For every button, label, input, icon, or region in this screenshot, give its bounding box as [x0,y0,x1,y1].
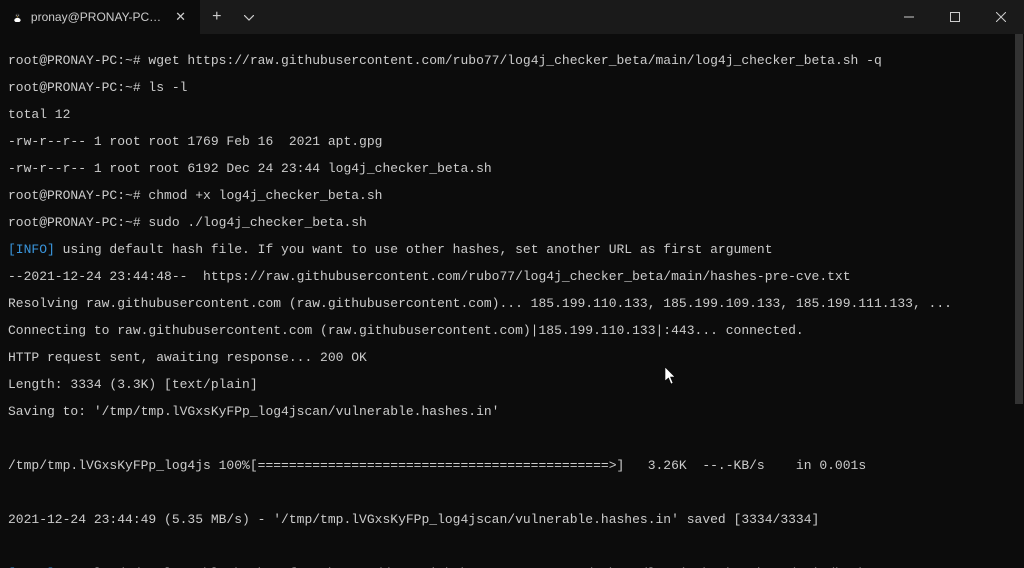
prompt: root@PRONAY-PC:~# [8,188,141,203]
output-text: 2021-12-24 23:44:49 (5.35 MB/s) - '/tmp/… [8,513,1016,527]
tab-dropdown-button[interactable] [234,8,264,26]
command-text: ls -l [141,80,188,95]
output-text: -rw-r--r-- 1 root root 1769 Feb 16 2021 … [8,135,1016,149]
window-controls [886,0,1024,34]
command-text: chmod +x log4j_checker_beta.sh [141,188,383,203]
output-text: Saving to: '/tmp/tmp.lVGxsKyFPp_log4jsca… [8,405,1016,419]
output-text: Resolving raw.githubusercontent.com (raw… [8,297,1016,311]
tux-icon [12,10,23,24]
command-text: wget https://raw.githubusercontent.com/r… [141,53,882,68]
new-tab-button[interactable]: + [200,8,234,26]
prompt: root@PRONAY-PC:~# [8,215,141,230]
scrollbar[interactable] [1014,34,1024,568]
scrollbar-thumb[interactable] [1015,34,1023,404]
command-text: sudo ./log4j_checker_beta.sh [141,215,367,230]
tab-active[interactable]: pronay@PRONAY-PC: /mnt/c/U ✕ [0,0,200,34]
output-text: Length: 3334 (3.3K) [text/plain] [8,378,1016,392]
tab-close-button[interactable]: ✕ [171,8,190,27]
tab-area: pronay@PRONAY-PC: /mnt/c/U ✕ + [0,0,264,34]
output-text: -rw-r--r-- 1 root root 6192 Dec 24 23:44… [8,162,1016,176]
prompt: root@PRONAY-PC:~# [8,80,141,95]
output-text: Connecting to raw.githubusercontent.com … [8,324,1016,338]
output-text: total 12 [8,108,1016,122]
info-tag: [INFO] [8,242,55,257]
prompt: root@PRONAY-PC:~# [8,53,141,68]
tab-title: pronay@PRONAY-PC: /mnt/c/U [31,10,163,24]
titlebar: pronay@PRONAY-PC: /mnt/c/U ✕ + [0,0,1024,34]
output-text: HTTP request sent, awaiting response... … [8,351,1016,365]
info-text: using default hash file. If you want to … [55,242,773,257]
progress-line: /tmp/tmp.lVGxsKyFPp_log4js 100%[========… [8,459,1016,473]
terminal-output[interactable]: root@PRONAY-PC:~# wget https://raw.githu… [0,34,1024,568]
minimize-button[interactable] [886,0,932,34]
maximize-button[interactable] [932,0,978,34]
output-text: --2021-12-24 23:44:48-- https://raw.gith… [8,270,1016,284]
close-button[interactable] [978,0,1024,34]
